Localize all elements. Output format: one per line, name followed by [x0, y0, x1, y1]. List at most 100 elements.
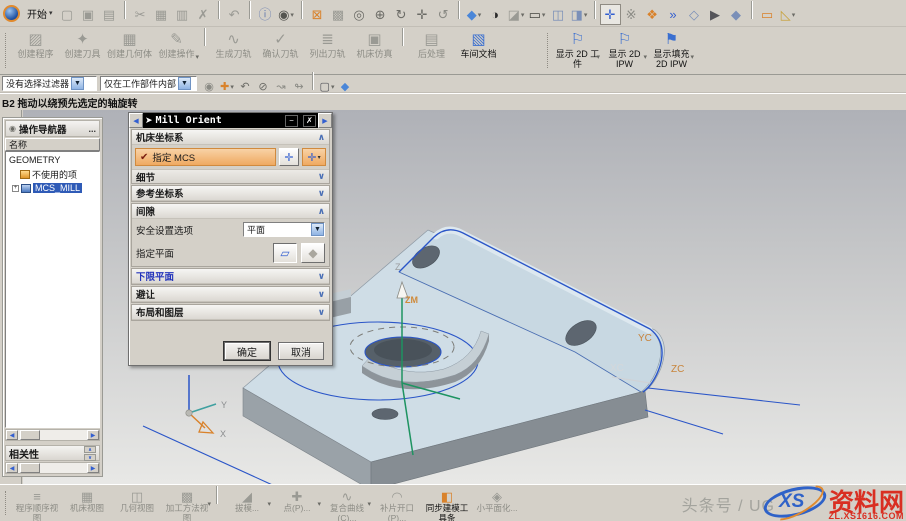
direction-icon[interactable]: » — [663, 4, 684, 25]
open-file-icon[interactable]: ▣ — [78, 4, 99, 25]
delete-icon[interactable]: ✗ — [193, 4, 214, 25]
program-order-view-button[interactable]: ≡程序顺序视图 — [12, 486, 62, 520]
expand-icon[interactable]: + — [12, 185, 19, 192]
snap-structure-icon[interactable]: ※ — [621, 4, 642, 25]
refresh-view-icon[interactable]: ↺ — [433, 4, 454, 25]
navigator-header[interactable]: ◉ 操作导航器 ... — [5, 120, 100, 137]
dynamic-csys-icon[interactable]: ✛ — [600, 4, 621, 25]
expand-icon[interactable]: ∨ — [318, 188, 325, 199]
create-geometry-button[interactable]: ▦创建几何体 — [106, 28, 153, 73]
pan-view-icon[interactable]: ✛ — [412, 4, 433, 25]
info-icon[interactable]: ⓘ — [255, 3, 276, 24]
layout-layers-header[interactable]: 布局和图层 ∨ — [132, 305, 329, 320]
copy-icon[interactable]: ▦ — [151, 4, 172, 25]
toolbar-grip[interactable] — [547, 33, 551, 68]
lower-limit-plane-header[interactable]: 下限平面 ∨ — [132, 269, 329, 284]
work-part-cube-icon[interactable]: ◆ — [336, 79, 354, 95]
clearance-header[interactable]: 间隙 ∧ — [132, 204, 329, 219]
show-2d-workpiece-button[interactable]: ⚐显示 2D 工件 — [554, 28, 601, 73]
wcs-y-axis[interactable] — [189, 404, 216, 413]
magnifier-icon[interactable]: ◎ — [349, 4, 370, 25]
geometry-view-button[interactable]: ◫几何视图 — [112, 486, 162, 520]
dependencies-scrollbar[interactable]: ◀ ▶ — [5, 462, 100, 474]
snap-point-2-icon[interactable]: ↬ — [290, 79, 308, 95]
dropdown-arrow-icon[interactable]: ▼ — [311, 223, 324, 236]
isometric-view-icon[interactable]: ◆ — [464, 4, 485, 25]
scroll-left-icon[interactable]: ◀ — [6, 463, 18, 473]
dialog-close-button[interactable]: ✗ — [303, 115, 316, 127]
visual-effects-icon[interactable]: ❖ — [642, 4, 663, 25]
scroll-left-icon[interactable]: ◀ — [6, 430, 18, 440]
snap-midpoint-icon[interactable]: ◇ — [684, 4, 705, 25]
expand-icon[interactable]: ∨ — [318, 171, 325, 182]
generate-toolpath-button[interactable]: ∿生成刀轨 — [210, 28, 257, 73]
cursor-select-icon[interactable]: ▶ — [705, 4, 726, 25]
sync-modeling-toolbar-button[interactable]: ◧同步建模工具条 — [422, 486, 472, 520]
measure-distance-icon[interactable]: ▭ — [757, 4, 778, 25]
dependencies-header[interactable]: 相关性 ∧ ∨ — [5, 445, 100, 461]
reference-csys-header[interactable]: 参考坐标系 ∨ — [132, 186, 329, 201]
ok-button[interactable]: 确定 — [224, 342, 270, 360]
tree-row-unused-items[interactable]: 不使用的项 — [6, 167, 99, 181]
add-to-selection-icon[interactable]: ✚ — [218, 79, 236, 95]
plane-constructor-button[interactable]: ◆ — [301, 243, 325, 263]
toolbar-grip[interactable] — [5, 491, 9, 515]
create-program-button[interactable]: ▨创建程序 — [12, 28, 59, 73]
expand-icon[interactable]: ∨ — [318, 289, 325, 300]
shaded-style-icon[interactable]: ◑ — [485, 4, 506, 25]
collapse-icon[interactable]: ∧ — [318, 132, 325, 143]
draft-button[interactable]: ◢拔模... — [222, 486, 272, 520]
hidden-edges-icon[interactable]: ◪ — [506, 4, 527, 25]
list-toolpath-button[interactable]: ≣列出刀轨 — [304, 28, 351, 73]
specify-mcs-field[interactable]: ✔ 指定 MCS — [135, 148, 276, 166]
pin-icon[interactable]: ◉ — [9, 124, 16, 133]
collapse-up-icon[interactable]: ∧ — [84, 446, 96, 453]
more-options-icon[interactable]: ... — [88, 124, 96, 134]
collapse-icon[interactable]: ∧ — [318, 206, 325, 217]
scrollbar-thumb[interactable] — [20, 430, 40, 440]
rotate-view-icon[interactable]: ↻ — [391, 4, 412, 25]
show-filled-2d-ipw-button[interactable]: ⚑显示填充 2D IPW — [648, 28, 695, 73]
dialog-next-icon[interactable]: ▶ — [318, 113, 332, 128]
shop-documentation-button[interactable]: ▧车间文档 — [455, 28, 502, 73]
deselect-icon[interactable]: ↶ — [236, 79, 254, 95]
create-tool-button[interactable]: ✦创建刀具 — [59, 28, 106, 73]
name-column-header[interactable]: 名称 — [5, 138, 100, 151]
selection-scope-dropdown[interactable]: 仅在工作部件内部 ▼ — [100, 76, 197, 91]
tree-horizontal-scrollbar[interactable]: ◀ ▶ — [5, 429, 100, 441]
details-header[interactable]: 细节 ∨ — [132, 169, 329, 183]
tree-row-geometry[interactable]: GEOMETRY — [6, 153, 99, 167]
composite-curve-button[interactable]: ∿复合曲线(C)... — [322, 486, 372, 520]
scrollbar-thumb[interactable] — [20, 463, 40, 473]
machining-method-view-button[interactable]: ▩加工方法视图 — [162, 486, 212, 520]
dialog-minimize-button[interactable]: − — [285, 115, 298, 127]
zoom-in-out-icon[interactable]: ⊕ — [370, 4, 391, 25]
patch-opening-button[interactable]: ◠补片开口(P)... — [372, 486, 422, 520]
cut-icon[interactable]: ✂ — [130, 4, 151, 25]
verify-toolpath-button[interactable]: ✓确认刀轨 — [257, 28, 304, 73]
postprocess-button[interactable]: ▤后处理 — [408, 28, 455, 73]
cancel-button[interactable]: 取消 — [278, 342, 324, 360]
facet-button[interactable]: ◈小平面化... — [472, 486, 522, 520]
dialog-prev-icon[interactable]: ◀ — [129, 113, 143, 128]
clip-section-icon[interactable]: ◫ — [548, 4, 569, 25]
start-menu-button[interactable]: 开始 ▾ — [23, 4, 57, 23]
new-file-icon[interactable]: ▢ — [57, 4, 78, 25]
safe-setting-dropdown[interactable]: 平面 ▼ — [243, 222, 325, 237]
measure-angle-icon[interactable]: ◺ — [778, 4, 799, 25]
snap-endpoint-icon[interactable]: ◆ — [726, 4, 747, 25]
paste-icon[interactable]: ▥ — [172, 4, 193, 25]
find-icon[interactable]: ◉ — [276, 4, 297, 25]
point-button[interactable]: ✚点(P)... — [272, 486, 322, 520]
undo-icon[interactable]: ↶ — [224, 4, 245, 25]
display-mode-icon[interactable]: ▩ — [328, 4, 349, 25]
csys-constructor-button[interactable]: ✛ — [302, 148, 326, 166]
machine-tool-view-button[interactable]: ▦机床视图 — [62, 486, 112, 520]
expand-icon[interactable]: ∨ — [318, 271, 325, 282]
scroll-right-icon[interactable]: ▶ — [87, 430, 99, 440]
clip-section-2-icon[interactable]: ◨ — [569, 4, 590, 25]
machine-csys-header[interactable]: 机床坐标系 ∧ — [132, 130, 329, 145]
dropdown-arrow-icon[interactable]: ▼ — [71, 77, 84, 90]
small-hole[interactable] — [372, 409, 398, 420]
tree-row-mcs-mill[interactable]: + MCS_MILL — [6, 181, 99, 195]
